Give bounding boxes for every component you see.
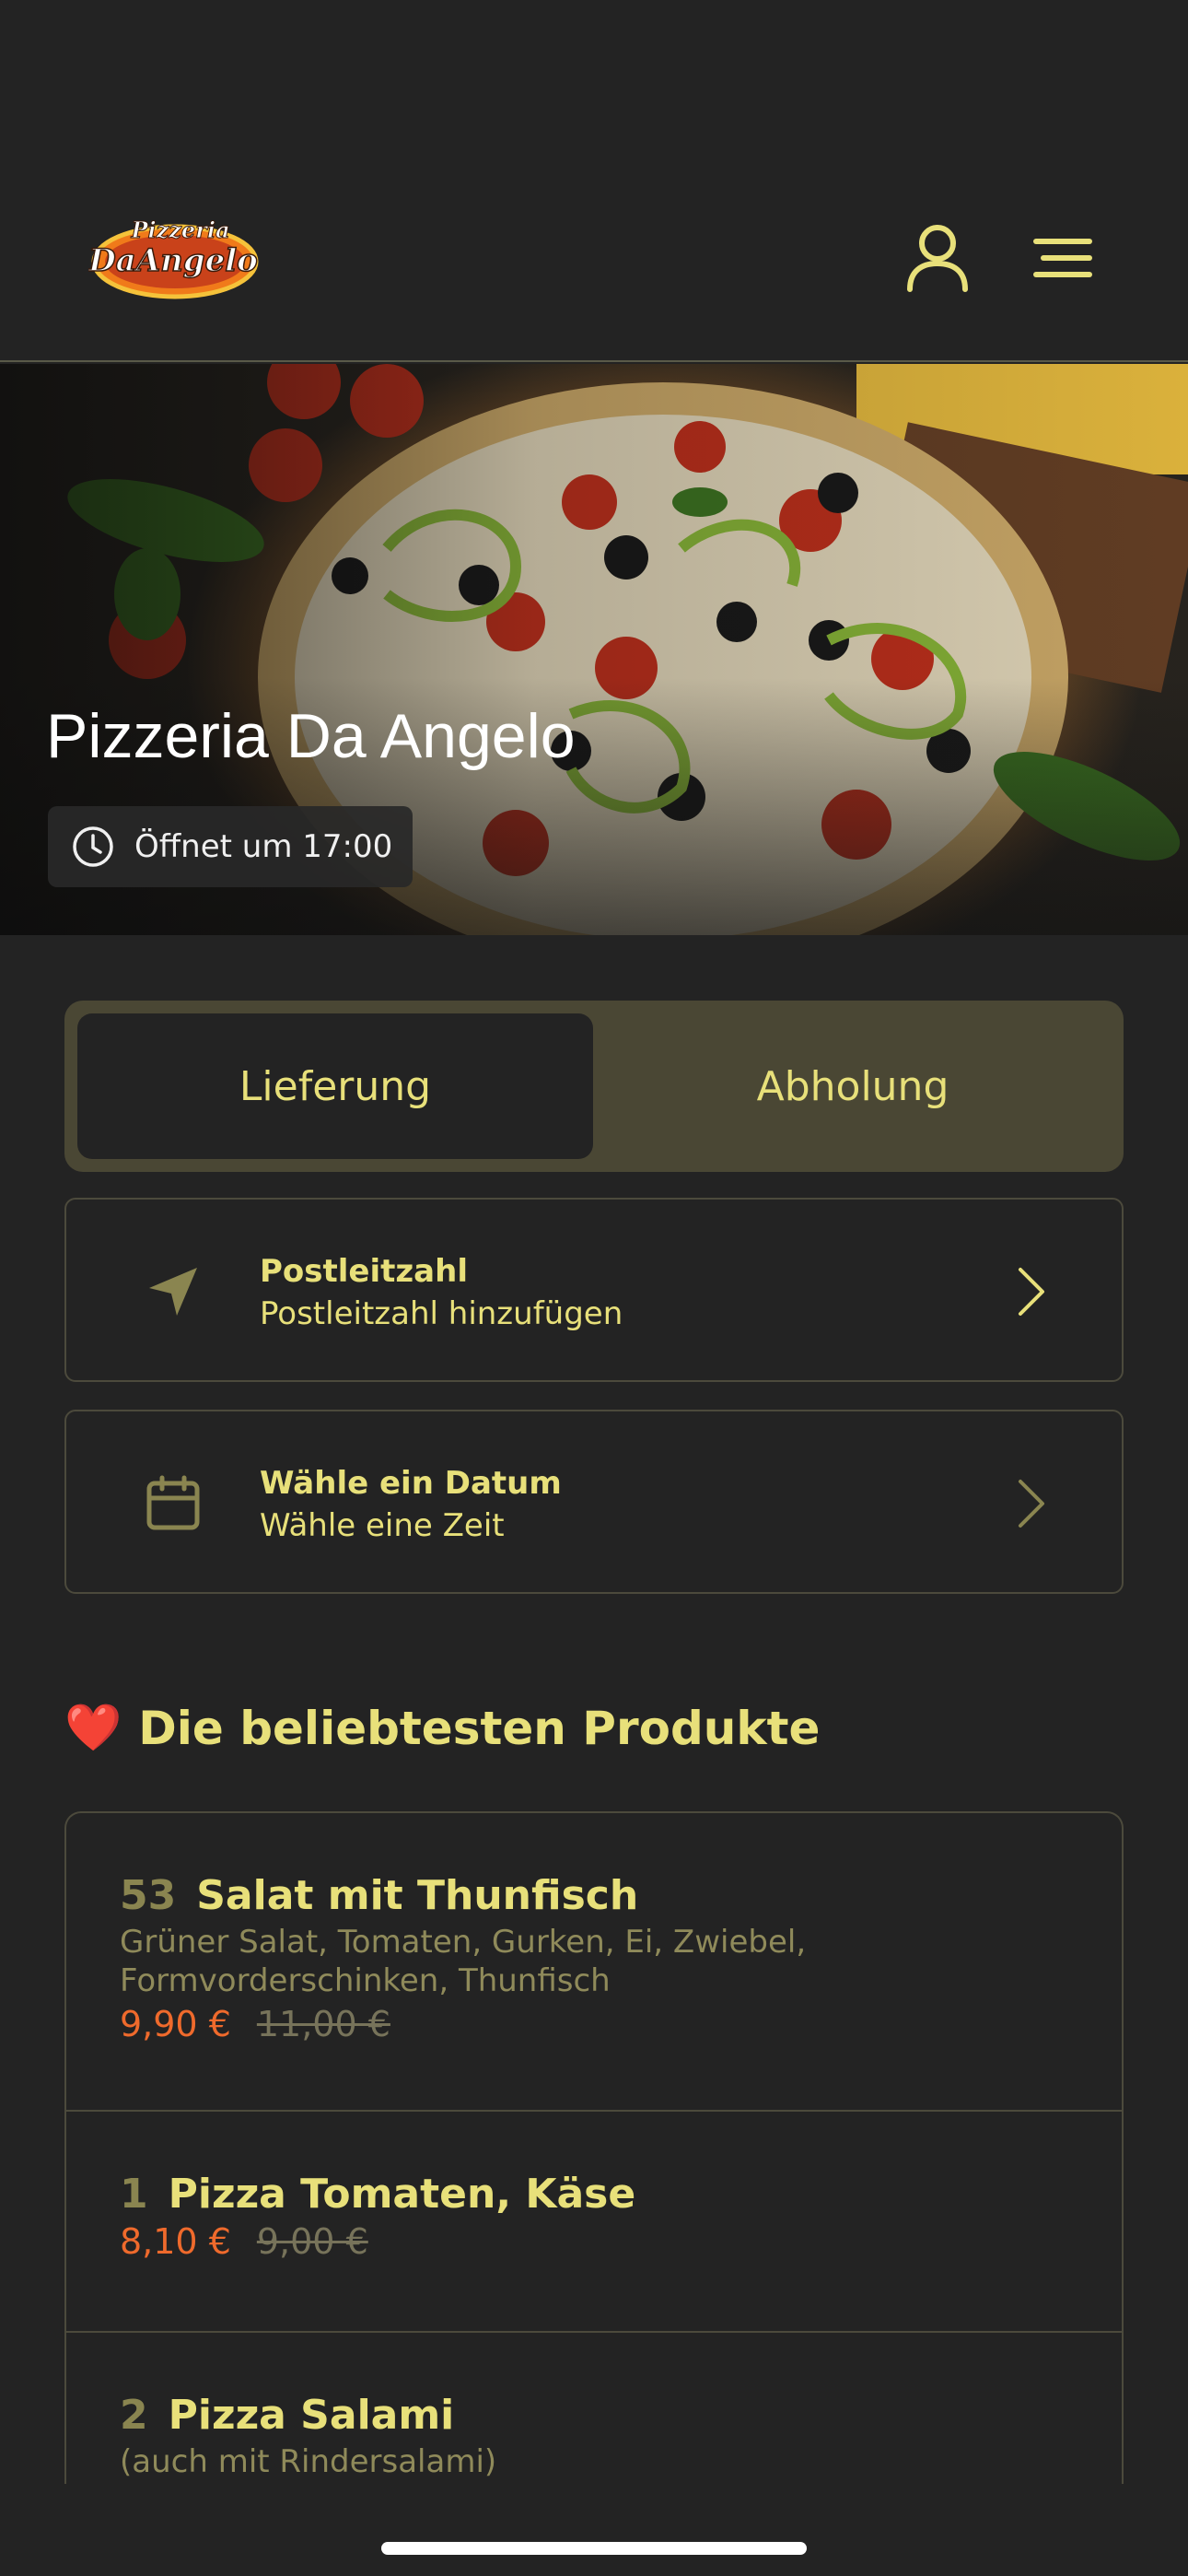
popular-products-list: 53 Salat mit Thunfisch Grüner Salat, Tom… xyxy=(64,1811,1124,2484)
popular-products-heading: ❤️ Die beliebtesten Produkte xyxy=(64,1701,820,1755)
postcode-card[interactable]: Postleitzahl Postleitzahl hinzufügen xyxy=(64,1198,1124,1382)
heart-icon: ❤️ xyxy=(64,1701,122,1754)
user-icon xyxy=(907,225,968,292)
opening-time-badge: Öffnet um 17:00 xyxy=(48,806,413,887)
restaurant-name: Pizzeria Da Angelo xyxy=(46,701,576,771)
hero-banner: Pizzeria Da Angelo Öffnet um 17:00 xyxy=(0,364,1188,935)
chevron-right-icon xyxy=(1015,1266,1048,1321)
opening-time-text: Öffnet um 17:00 xyxy=(134,828,393,865)
product-name: Pizza Salami xyxy=(168,2392,455,2439)
tab-lieferung[interactable]: Lieferung xyxy=(77,1013,593,1159)
clock-icon xyxy=(73,826,113,867)
product-description: Grüner Salat, Tomaten, Gurken, Ei, Zwieb… xyxy=(120,1924,807,1999)
menu-button[interactable] xyxy=(1026,221,1100,295)
product-number: 2 xyxy=(120,2392,148,2439)
postcode-subtitle: Postleitzahl hinzufügen xyxy=(260,1295,623,1332)
product-item[interactable]: 1 Pizza Tomaten, Käse 8,10 € 9,00 € xyxy=(66,2112,1122,2333)
pizzeria-logo[interactable]: Pizzeria DaAngelo xyxy=(87,210,262,302)
product-item[interactable]: 53 Salat mit Thunfisch Grüner Salat, Tom… xyxy=(66,1813,1122,2112)
tab-abholung[interactable]: Abholung xyxy=(595,1013,1111,1159)
delivery-mode-toggle: Lieferung Abholung xyxy=(64,1001,1124,1172)
date-subtitle: Wähle eine Zeit xyxy=(260,1507,505,1544)
date-title: Wähle ein Datum xyxy=(260,1465,562,1502)
date-time-card[interactable]: Wähle ein Datum Wähle eine Zeit xyxy=(64,1410,1124,1594)
hamburger-menu-icon xyxy=(1033,239,1092,277)
popular-products-title: Die beliebtesten Produkte xyxy=(138,1701,821,1755)
location-arrow-icon xyxy=(133,1251,214,1332)
product-name: Pizza Tomaten, Käse xyxy=(168,2171,636,2218)
product-old-price: 9,00 € xyxy=(256,2221,368,2262)
calendar-icon xyxy=(133,1463,214,1544)
app-header: Pizzeria DaAngelo xyxy=(0,0,1188,362)
product-number: 1 xyxy=(120,2171,148,2218)
svg-text:Pizzeria: Pizzeria xyxy=(130,217,229,243)
product-description: (auch mit Rindersalami) xyxy=(120,2443,497,2480)
product-price: 8,10 € xyxy=(120,2221,231,2262)
product-item[interactable]: 2 Pizza Salami (auch mit Rindersalami) xyxy=(66,2333,1122,2484)
product-old-price: 11,00 € xyxy=(256,2004,390,2044)
postcode-title: Postleitzahl xyxy=(260,1253,468,1290)
product-name: Salat mit Thunfisch xyxy=(196,1872,639,1919)
chevron-right-icon xyxy=(1015,1478,1048,1533)
product-number: 53 xyxy=(120,1872,177,1919)
svg-text:DaAngelo: DaAngelo xyxy=(88,242,258,279)
product-price: 9,90 € xyxy=(120,2004,231,2044)
account-button[interactable] xyxy=(901,221,974,295)
home-indicator[interactable] xyxy=(381,2542,807,2555)
